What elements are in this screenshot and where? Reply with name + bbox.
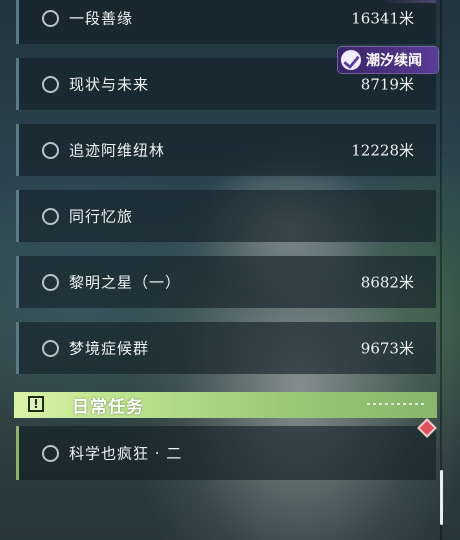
scrollbar-track[interactable] <box>440 0 442 540</box>
daily-quest-row[interactable]: 科学也疯狂 · 二 <box>16 426 436 480</box>
watermark-text: 潮汐续闻 <box>366 53 422 69</box>
quest-status-circle-icon <box>42 76 59 93</box>
quest-name: 梦境症候群 <box>69 339 150 358</box>
quest-name: 现状与未来 <box>69 75 150 94</box>
quest-row[interactable]: 黎明之星（一） 8682米 <box>16 256 436 308</box>
quest-distance: 9673米 <box>360 339 414 358</box>
watermark-logo: 潮汐续闻 <box>338 47 438 73</box>
quest-status-circle-icon <box>42 10 59 27</box>
quest-name: 追迹阿维纽林 <box>69 141 166 160</box>
exclamation-icon: ! <box>28 396 44 412</box>
quest-row[interactable]: 追迹阿维纽林 12228米 <box>16 124 436 176</box>
scrollbar-thumb[interactable] <box>440 470 443 525</box>
quest-status-circle-icon <box>42 340 59 357</box>
quest-distance: 16341米 <box>351 9 414 28</box>
quest-list: 一段善缘 16341米 现状与未来 8719米 追迹阿维纽林 12228米 同行… <box>0 0 460 540</box>
daily-quests-header[interactable]: ! 日常任务 <box>14 392 437 418</box>
header-decoration <box>367 403 425 405</box>
quest-name: 科学也疯狂 · 二 <box>69 444 183 463</box>
quest-distance: 8719米 <box>360 75 414 94</box>
quest-distance: 8682米 <box>360 273 414 292</box>
quest-status-circle-icon <box>42 142 59 159</box>
quest-name: 一段善缘 <box>69 9 134 28</box>
quest-distance: 12228米 <box>351 141 414 160</box>
quest-name: 黎明之星（一） <box>69 273 182 292</box>
quest-row[interactable]: 一段善缘 16341米 <box>16 0 436 44</box>
quest-status-circle-icon <box>42 445 59 462</box>
quest-status-circle-icon <box>42 208 59 225</box>
quest-row[interactable]: 同行忆旅 <box>16 190 436 242</box>
quest-row[interactable]: 梦境症候群 9673米 <box>16 322 436 374</box>
section-title: 日常任务 <box>72 397 144 418</box>
quest-name: 同行忆旅 <box>69 207 134 226</box>
logo-mark-icon <box>341 50 361 70</box>
quest-status-circle-icon <box>42 274 59 291</box>
